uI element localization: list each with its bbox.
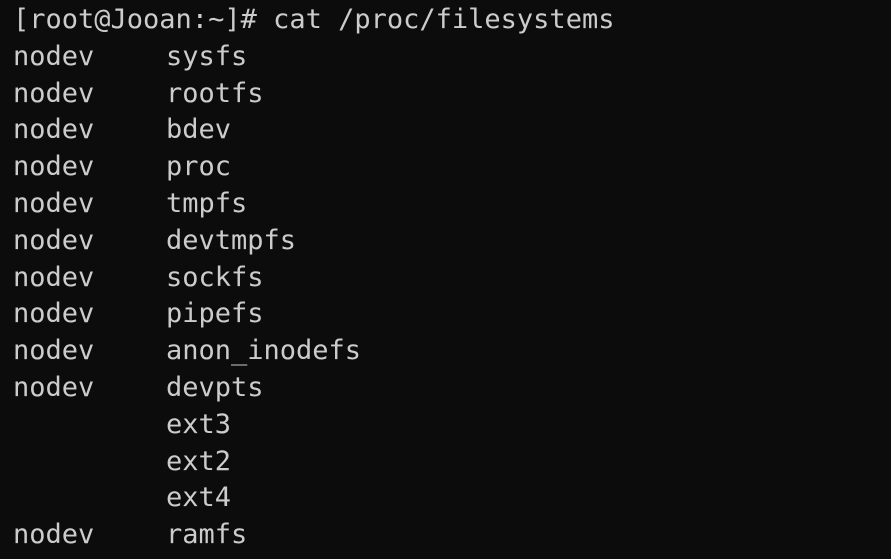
filesystem-name: anon_inodefs [166, 335, 362, 367]
filesystem-name: bdev [166, 114, 232, 146]
output-row: nodev ramfs [13, 517, 891, 554]
output-row: nodev sysfs [13, 39, 891, 76]
output-row: nodev tmpfs [13, 186, 891, 223]
output-row: nodev anon_inodefs [13, 333, 891, 370]
filesystem-name: ext4 [166, 482, 232, 514]
nodev-flag: nodev [13, 335, 95, 367]
nodev-flag [13, 480, 166, 517]
output-row: nodev rootfs [13, 76, 891, 113]
nodev-flag: nodev [13, 261, 95, 293]
nodev-flag: nodev [13, 187, 95, 219]
nodev-flag: nodev [13, 77, 95, 109]
nodev-flag: nodev [13, 151, 95, 183]
output-row: nodev sockfs [13, 260, 891, 297]
filesystem-name: ext2 [166, 445, 232, 477]
output-row: ext4 [13, 480, 891, 517]
filesystem-name: ext3 [166, 408, 232, 440]
filesystem-name: ramfs [166, 519, 248, 551]
nodev-flag: nodev [13, 40, 95, 72]
command-text: cat /proc/filesystems [273, 4, 615, 35]
output-row: nodev proc [13, 149, 891, 186]
filesystem-name: pipefs [166, 298, 264, 330]
filesystem-name: rootfs [166, 77, 264, 109]
output-row: nodev devpts [13, 370, 891, 407]
nodev-flag: nodev [13, 371, 95, 403]
filesystem-name: devpts [166, 371, 264, 403]
command-line: [root@Jooan:~]# cat /proc/filesystems [13, 2, 891, 39]
nodev-flag [13, 407, 166, 444]
nodev-flag: nodev [13, 519, 95, 551]
filesystem-name: sockfs [166, 261, 264, 293]
filesystem-name: devtmpfs [166, 224, 297, 256]
terminal-window[interactable]: [root@Jooan:~]# cat /proc/filesystems no… [0, 0, 891, 559]
nodev-flag: nodev [13, 114, 95, 146]
filesystem-name: sysfs [166, 40, 248, 72]
shell-prompt: [root@Jooan:~]# [13, 4, 274, 35]
output-row: ext3 [13, 407, 891, 444]
filesystem-name: proc [166, 151, 232, 183]
filesystem-name: tmpfs [166, 187, 248, 219]
output-row: ext2 [13, 444, 891, 481]
output-row: nodev devtmpfs [13, 223, 891, 260]
output-row: nodev bdev [13, 112, 891, 149]
nodev-flag: nodev [13, 224, 95, 256]
output-row: nodev pipefs [13, 296, 891, 333]
nodev-flag: nodev [13, 298, 95, 330]
nodev-flag [13, 444, 166, 481]
